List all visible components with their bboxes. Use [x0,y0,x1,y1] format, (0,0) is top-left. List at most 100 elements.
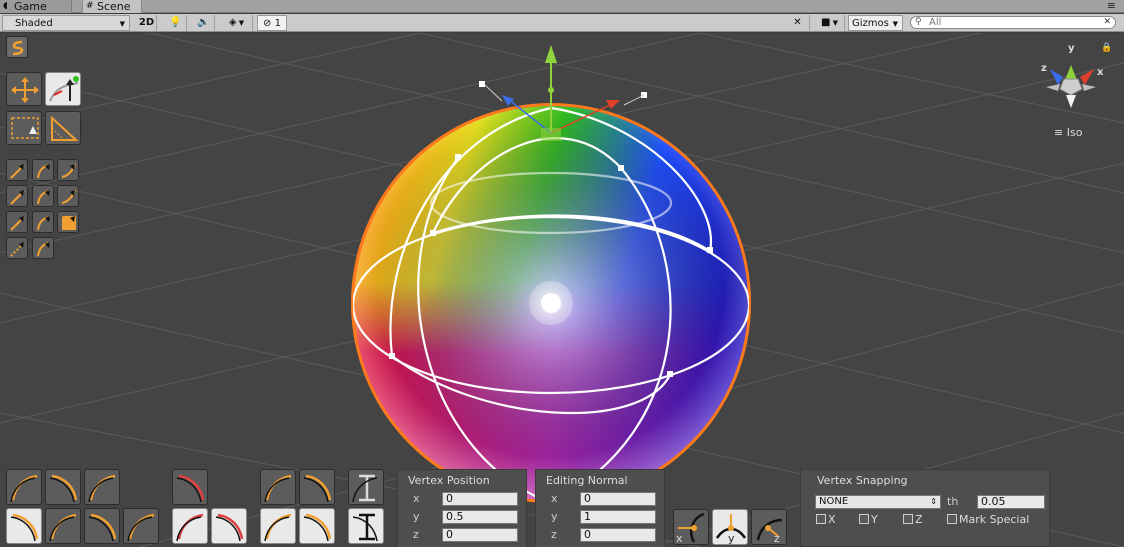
dropdown-arrow-icon: ▼ [830,19,839,27]
curve-arrow-icon [37,164,51,179]
speaker-icon: 🔈 [197,17,210,28]
normal-x-field[interactable]: 0 [580,492,656,506]
curve-tool-i-button[interactable] [57,211,79,233]
tools-toggle[interactable]: ✕ [786,15,810,31]
light-glow [529,281,573,325]
curve-tool-icon [49,474,78,503]
normal-y-label: y [551,510,558,523]
normal-z-label: z [551,528,557,541]
scene-effects-dropdown[interactable]: ◈ ▼ [221,15,253,31]
snap-z-checkbox[interactable]: Z [903,514,923,526]
projection-toggle[interactable]: ≡ Iso [1054,126,1082,139]
arc-tool-g-button[interactable] [123,508,159,544]
curve-tool-icon [10,513,39,542]
axis-y-label: y [728,532,735,545]
curve-tool-b-button[interactable] [32,159,54,181]
snapping-mode-dropdown[interactable]: NONE ⇕ [815,495,941,509]
vertex-snapping-title: Vertex Snapping [817,474,908,487]
curve-tool-icon [352,474,378,503]
axis-y-tool-button[interactable]: y [712,509,748,545]
curve-tool-c-button[interactable] [57,159,79,181]
arc-tool-a-button[interactable] [6,469,42,505]
curve-tool-icon [10,474,38,503]
gold-curve-tool-b-button[interactable] [299,469,335,505]
eye-crossed-icon: ⊘ [263,18,272,29]
axis-z-label: z [774,532,780,545]
line-tool-a-button[interactable] [6,237,28,259]
crossed-tools-icon: ✕ [793,17,802,28]
gold-curve-tool-d-button[interactable] [299,508,335,544]
arc-tool-b-button[interactable] [45,469,81,505]
curve-tool-a-button[interactable] [6,159,28,181]
gizmo-z-arrow[interactable] [1050,69,1063,85]
normal-edit-tool-button[interactable] [45,72,81,106]
scene-viewport[interactable]: y z x 🔒 ≡ Iso Vertex Position x 0 y 0.5 … [0,33,1124,547]
lock-icon[interactable]: 🔒 [1101,43,1112,53]
curve-tool-icon [88,513,117,542]
vertex-snapping-panel: Vertex Snapping NONE ⇕ th 0.05 X Y Z Mar… [800,469,1050,547]
mark-special-checkbox[interactable]: Mark Special [947,514,1029,526]
tab-strip: ◖ Game # Scene ≡ [0,0,1124,13]
tab-menu-icon[interactable]: ≡ [1107,0,1116,12]
curve-tool-f-button[interactable] [57,185,79,207]
axis-x-tool-button[interactable]: x [673,509,709,545]
shading-mode-dropdown[interactable]: Shaded ▼ [2,15,130,31]
gold-curve-tool-c-button[interactable] [260,508,296,544]
scene-orientation-gizmo[interactable]: y z x [1041,43,1104,108]
curve-arrow-icon [10,242,25,257]
vertex-z-field[interactable]: 0 [442,528,518,542]
move-tool-button[interactable] [6,72,42,106]
gizmo-y-arrow[interactable] [1065,65,1077,80]
gizmo-y-label: y [1068,43,1075,54]
search-placeholder: All [929,17,942,28]
hidden-objects-toggle[interactable]: ⊘ 1 [257,15,287,31]
snapping-mode-value: NONE [819,496,849,507]
gizmo-z-label: z [1041,63,1047,74]
red-curve-tool-a-button[interactable] [172,469,208,505]
hidden-count: 1 [274,18,281,29]
axis-z-curve-icon [756,518,783,541]
scene-search-input[interactable]: ⚲ All ✕ [910,16,1116,29]
curve-arrow-icon [37,190,51,205]
curve-tool-e-button[interactable] [32,185,54,207]
curve-tool-d-button[interactable] [6,185,28,207]
red-curve-tool-b-button[interactable] [172,508,208,544]
scene-audio-toggle[interactable]: 🔈 [193,15,215,31]
vertex-y-field[interactable]: 0.5 [442,510,518,524]
mode-2d-toggle[interactable]: 2D [137,15,157,31]
curve-tool-g-button[interactable] [6,211,28,233]
arc-tool-c-button[interactable] [84,469,120,505]
curve-tool-icon [303,513,332,542]
editing-normal-panel: Editing Normal x 0 y 1 z 0 [535,469,665,547]
snap-y-checkbox[interactable]: Y [859,514,878,526]
axis-z-tool-button[interactable]: z [751,509,787,545]
normal-x-label: x [551,492,558,505]
red-curve-tool-c-button[interactable] [211,508,247,544]
triangle-tool-button[interactable] [45,111,81,145]
bracket-tool-b-button[interactable] [348,508,384,544]
snap-x-checkbox[interactable]: X [816,514,836,526]
move-arrows-icon [11,77,39,103]
normal-z-field[interactable]: 0 [580,528,656,542]
vertex-z-label: z [413,528,419,541]
tab-game[interactable]: ◖ Game [0,0,72,13]
line-tool-b-button[interactable] [32,237,54,259]
scene-hash-icon: # [86,1,94,11]
sphere-mesh[interactable] [351,81,751,503]
normal-y-field[interactable]: 1 [580,510,656,524]
arc-tool-d-button[interactable] [6,508,42,544]
scene-lighting-toggle[interactable]: 💡 [165,15,187,31]
tab-scene[interactable]: # Scene [82,0,142,13]
gizmos-dropdown[interactable]: Gizmos ▼ [848,15,903,31]
threshold-field[interactable]: 0.05 [977,495,1045,509]
rect-select-tool-button[interactable] [6,111,42,145]
bracket-tool-a-button[interactable] [348,469,384,505]
arc-tool-f-button[interactable] [84,508,120,544]
curve-tool-h-button[interactable] [32,211,54,233]
arc-tool-e-button[interactable] [45,508,81,544]
clear-search-icon[interactable]: ✕ [1103,17,1111,28]
vertex-x-field[interactable]: 0 [442,492,518,506]
camera-settings-dropdown[interactable]: ■ ▼ [815,15,845,31]
gold-curve-tool-a-button[interactable] [260,469,296,505]
logo-tool-button[interactable] [6,36,28,58]
